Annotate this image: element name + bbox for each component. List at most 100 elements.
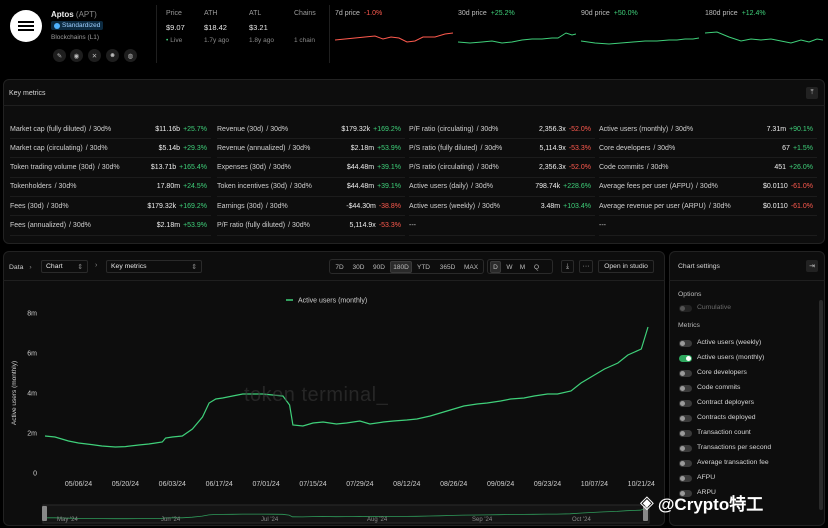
range-30d-button[interactable]: 30D xyxy=(349,261,368,273)
github-icon[interactable]: ◉ xyxy=(70,49,83,62)
metric-period: / 30d% xyxy=(646,164,669,172)
chevron-right-icon: › xyxy=(29,263,32,271)
settings-scrollbar[interactable] xyxy=(819,300,823,510)
check-icon xyxy=(54,22,60,29)
range-max-button[interactable]: MAX xyxy=(461,261,481,273)
metric-cell[interactable]: Token trading volume (30d)/ 30d% $13.71b +… xyxy=(10,159,211,178)
x-tick-label: 07/15/24 xyxy=(299,481,326,488)
metric-toggle[interactable] xyxy=(679,340,692,347)
metric-cell[interactable]: Market cap (circulating)/ 30d% $5.14b +29.… xyxy=(10,139,211,159)
metric-value: $5.14b xyxy=(158,144,181,152)
chart-type-select[interactable]: Chart ⇕ xyxy=(41,260,88,273)
range-365d-button[interactable]: 365D xyxy=(436,261,459,273)
metric-cell[interactable]: Market cap (fully diluted)/ 30d% $11.16b +… xyxy=(10,120,211,139)
metric-cell[interactable]: Code commits/ 30d% 451 +26.0% xyxy=(599,159,817,178)
metric-toggle[interactable] xyxy=(679,445,692,452)
metric-label: Revenue (30d) xyxy=(217,125,264,133)
granularity-w-button[interactable]: W xyxy=(504,261,515,273)
price-change-card[interactable]: 7d price -1.0% xyxy=(335,10,453,50)
range-7d-button[interactable]: 7D xyxy=(332,261,347,273)
metric-cell[interactable]: Revenue (30d)/ 30d% $179.32k +169.2% xyxy=(217,120,405,139)
metric-cell[interactable]: Average revenue per user (ARPU)/ 30d% $0.… xyxy=(599,197,817,217)
metric-change: -38.8% xyxy=(378,202,401,210)
brush-handle-left[interactable] xyxy=(42,506,47,521)
more-button[interactable]: ··· xyxy=(579,260,593,273)
price-change-label: 180d price xyxy=(705,10,738,17)
brush-tick-label: May '24 xyxy=(57,517,78,523)
metric-toggle[interactable] xyxy=(679,355,692,362)
y-axis-label: Active users (monthly) xyxy=(11,361,18,425)
metric-toggle[interactable] xyxy=(679,400,692,407)
granularity-d-button[interactable]: D xyxy=(490,261,501,273)
metric-cell[interactable]: Core developers/ 30d% 67 +1.5% xyxy=(599,139,817,159)
metric-toggle[interactable] xyxy=(679,370,692,377)
granularity-q-button[interactable]: Q xyxy=(531,261,542,273)
metric-change: +90.1% xyxy=(789,125,813,133)
range-90d-button[interactable]: 90D xyxy=(370,261,388,273)
metric-value: 7.31m xyxy=(766,125,787,133)
chart-legend[interactable]: Active users (monthly) xyxy=(286,298,367,305)
granularity-m-button[interactable]: M xyxy=(517,261,528,273)
metric-label: P/S ratio (fully diluted) xyxy=(409,144,478,152)
metric-cell[interactable]: Active users (daily)/ 30d% 798.74k +228.6% xyxy=(409,178,595,197)
metric-cell[interactable]: Token incentives (30d)/ 30d% $44.48m +39.1… xyxy=(217,178,405,197)
metric-cell[interactable]: Earnings (30d)/ 30d% -$44.30m -38.8% xyxy=(217,197,405,217)
range-brush[interactable]: May '24 Jun '24 Jul '24 Aug '24 Sep '24 Oct '… xyxy=(42,504,650,524)
chevron-updown-icon: ⇕ xyxy=(77,263,83,271)
stat-sub: • Live xyxy=(166,37,183,44)
header-stat: Chains 1 chain xyxy=(294,10,334,44)
pen-icon[interactable]: ✎ xyxy=(53,49,66,62)
price-change-label: 30d price xyxy=(458,10,487,17)
y-tick-label: 6m xyxy=(27,351,37,358)
metric-cell[interactable]: Fees (annualized)/ 30d% $2.18m +53.9% xyxy=(10,217,211,236)
metric-toggle[interactable] xyxy=(679,430,692,437)
price-change-value: +50.0% xyxy=(613,10,638,17)
metric-label: Code commits xyxy=(599,164,644,172)
metric-period: / 30d% xyxy=(671,125,694,133)
crumb-data[interactable]: Data xyxy=(9,264,23,271)
twitter-icon[interactable]: ✕ xyxy=(88,49,101,62)
collapse-settings-button[interactable]: ⇥ xyxy=(806,260,818,272)
metric-cell[interactable]: P/S ratio (circulating)/ 30d% 2,356.3x -52… xyxy=(409,159,595,178)
metric-toggle[interactable] xyxy=(679,385,692,392)
metrics-label: Metrics xyxy=(678,322,700,329)
metric-toggle[interactable] xyxy=(679,415,692,422)
metric-value: 2,356.3x xyxy=(538,125,566,133)
collapse-button[interactable]: ⤒ xyxy=(806,87,818,99)
open-in-studio-button[interactable]: Open in studio xyxy=(598,260,654,273)
discord-icon[interactable]: ☻ xyxy=(106,49,119,62)
metric-cell[interactable]: P/F ratio (circulating)/ 30d% 2,356.3x -52… xyxy=(409,120,595,139)
metric-cell[interactable]: Fees (30d)/ 30d% $179.32k +169.2% xyxy=(10,197,211,217)
metric-label: Active users (daily) xyxy=(409,183,469,191)
x-tick-label: 07/29/24 xyxy=(346,481,373,488)
download-button[interactable]: ⤓ xyxy=(561,260,574,273)
range-180d-button[interactable]: 180D xyxy=(390,261,412,273)
metric-group-select[interactable]: Key metrics ⇕ xyxy=(106,260,202,273)
metric-toggle[interactable] xyxy=(679,460,692,467)
metric-toggle[interactable] xyxy=(679,475,692,482)
metric-cell[interactable]: Average fees per user (AFPU)/ 30d% $0.011… xyxy=(599,178,817,197)
price-change-card[interactable]: 30d price +25.2% xyxy=(458,10,576,50)
metric-value: $0.0110 xyxy=(763,183,788,191)
metric-cell[interactable]: P/F ratio (fully diluted)/ 30d% 5,114.9x -… xyxy=(217,217,405,236)
range-ytd-button[interactable]: YTD xyxy=(414,261,433,273)
price-sparkline xyxy=(458,32,576,44)
download-icon: ⤓ xyxy=(565,262,570,270)
metric-period: / 30d% xyxy=(265,202,288,210)
price-change-value: +25.2% xyxy=(490,10,515,17)
brush-tick-label: Oct '24 xyxy=(572,517,591,523)
metric-cell[interactable]: Expenses (30d)/ 30d% $44.48m +39.1% xyxy=(217,159,405,178)
price-change-card[interactable]: 180d price +12.4% xyxy=(705,10,823,50)
cumulative-label: Cumulative xyxy=(697,304,731,311)
stat-value: $3.21 xyxy=(249,23,268,32)
metric-cell[interactable]: --- xyxy=(409,217,595,236)
price-change-card[interactable]: 90d price +50.0% xyxy=(581,10,699,50)
metric-cell[interactable]: Tokenholders/ 30d% 17.80m +24.5% xyxy=(10,178,211,197)
globe-icon[interactable]: ◍ xyxy=(124,49,137,62)
metric-cell[interactable]: Revenue (annualized)/ 30d% $2.18m +53.9% xyxy=(217,139,405,159)
cumulative-toggle[interactable] xyxy=(679,305,692,312)
metric-cell[interactable]: Active users (weekly)/ 30d% 3.48m +103.4% xyxy=(409,197,595,217)
metric-cell[interactable]: Active users (monthly)/ 30d% 7.31m +90.1% xyxy=(599,120,817,139)
metric-cell[interactable]: --- xyxy=(599,217,817,236)
metric-cell[interactable]: P/S ratio (fully diluted)/ 30d% 5,114.9x -… xyxy=(409,139,595,159)
